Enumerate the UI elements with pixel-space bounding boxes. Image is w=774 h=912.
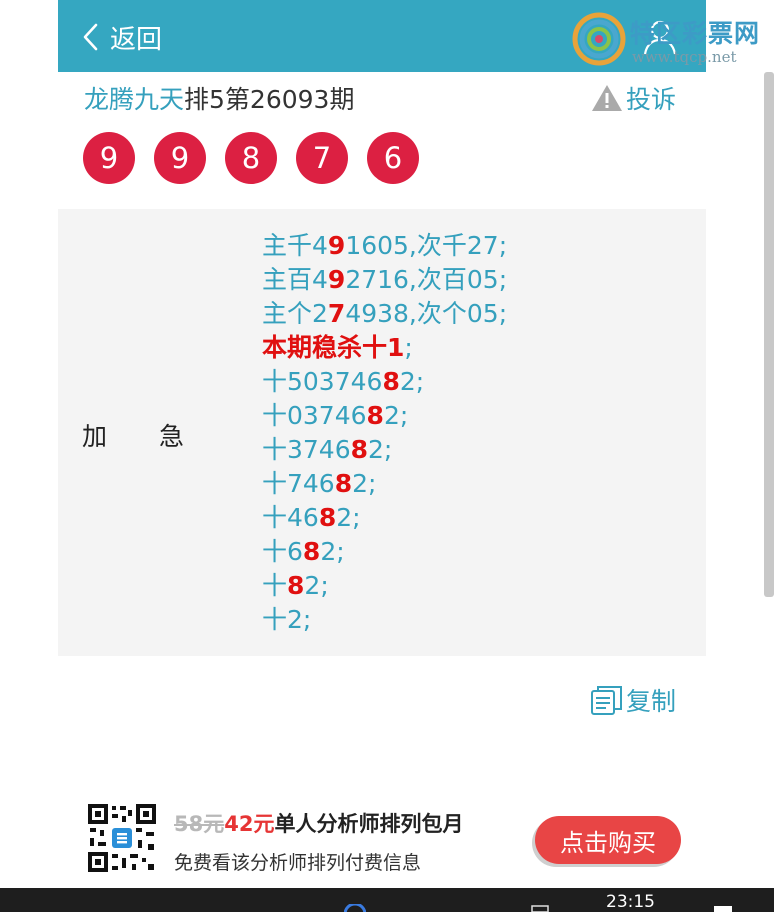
notification-icon[interactable] xyxy=(712,904,734,912)
highlighted-digit: 9 xyxy=(327,231,346,260)
promo-banner: 58元42元单人分析师排列包月 免费看该分析师排列付费信息 点击购买 xyxy=(86,802,686,882)
line-text: 2; xyxy=(368,435,393,464)
prediction-line: 十50374682; xyxy=(262,365,507,399)
line-text: 十46 xyxy=(262,503,319,532)
browser-icon[interactable] xyxy=(344,904,366,912)
logo-ring-icon xyxy=(572,12,626,66)
line-text: 十3746 xyxy=(262,435,351,464)
post-title: 龙腾九天排5第26093期 xyxy=(84,80,354,116)
line-text: 2; xyxy=(304,571,329,600)
prediction-line: 十682; xyxy=(262,535,507,569)
number-ball: 8 xyxy=(225,132,277,184)
warning-icon xyxy=(592,85,622,111)
author-link[interactable]: 龙腾九天 xyxy=(84,85,184,114)
prediction-line: 十374682; xyxy=(262,433,507,467)
copy-button[interactable]: 复制 xyxy=(590,682,676,718)
highlighted-digit: 本期稳杀十1 xyxy=(262,333,405,362)
logo-title: 特区彩票网 xyxy=(630,19,761,48)
panel-label: 加急 xyxy=(82,417,184,453)
prediction-line: 十82; xyxy=(262,569,507,603)
number-ball: 9 xyxy=(154,132,206,184)
taskbar: 23:15 xyxy=(0,888,774,912)
highlighted-digit: 8 xyxy=(302,537,321,566)
line-text: ; xyxy=(404,333,413,362)
prediction-panel: 加急 主千491605,次千27; 主百492716,次百05; 主个274938,… xyxy=(58,209,706,656)
site-logo: 特区彩票网 www.tqcp.net xyxy=(570,10,770,68)
line-text: 主千4 xyxy=(262,231,328,260)
line-text: 十 xyxy=(262,571,288,600)
highlighted-digit: 8 xyxy=(334,469,353,498)
line-text: 主个2 xyxy=(262,299,328,328)
highlighted-digit: 8 xyxy=(366,401,384,430)
prediction-line: 本期稳杀十1; xyxy=(262,331,507,365)
back-label: 返回 xyxy=(110,24,163,55)
number-ball: 6 xyxy=(367,132,419,184)
number-ball: 9 xyxy=(83,132,135,184)
prediction-line: 十4682; xyxy=(262,501,507,535)
page: 返回 特区彩票网 www.tqcp.net 龙腾九天排5第26093期 投诉 9… xyxy=(0,0,774,912)
line-text: 1605,次千27; xyxy=(345,231,508,260)
prediction-line: 主百492716,次百05; xyxy=(262,263,507,297)
copy-label: 复制 xyxy=(626,687,677,716)
old-price: 58元 xyxy=(174,812,225,836)
prediction-lines: 主千491605,次千27; 主百492716,次百05; 主个274938,次个0… xyxy=(262,229,507,637)
line-text: 2; xyxy=(399,367,425,396)
taskbar-clock[interactable]: 23:15 xyxy=(606,892,655,912)
line-text: 4938,次个05; xyxy=(345,299,508,328)
highlighted-digit: 9 xyxy=(327,265,346,294)
line-text: 十746 xyxy=(262,469,335,498)
promo-title: 58元42元单人分析师排列包月 xyxy=(174,808,463,838)
promo-subtitle: 免费看该分析师排列付费信息 xyxy=(174,852,422,874)
highlighted-digit: 7 xyxy=(327,299,346,328)
line-text: 2; xyxy=(336,503,361,532)
draw-numbers: 9 9 8 7 6 xyxy=(83,132,438,184)
line-text: 2716,次百05; xyxy=(345,265,508,294)
highlighted-digit: 8 xyxy=(318,503,337,532)
copy-icon xyxy=(591,686,622,715)
line-text: 2; xyxy=(320,537,345,566)
highlighted-digit: 8 xyxy=(287,571,305,600)
line-text: 十503746 xyxy=(262,367,383,396)
tray-icon[interactable] xyxy=(530,904,550,912)
chevron-left-icon xyxy=(83,23,98,51)
qr-code-icon xyxy=(86,802,158,874)
prediction-line: 十74682; xyxy=(262,467,507,501)
highlighted-digit: 8 xyxy=(382,367,400,396)
line-text: 十6 xyxy=(262,537,303,566)
logo-url: www.tqcp.net xyxy=(632,48,737,66)
number-ball: 7 xyxy=(296,132,348,184)
line-text: 2; xyxy=(383,401,409,430)
prediction-line: 十2; xyxy=(262,603,507,637)
complain-button[interactable]: 投诉 xyxy=(590,80,676,116)
prediction-line: 主千491605,次千27; xyxy=(262,229,507,263)
scrollbar[interactable] xyxy=(764,72,774,597)
line-text: 十03746 xyxy=(262,401,367,430)
panel-label-b: 急 xyxy=(159,422,185,451)
panel-label-a: 加 xyxy=(82,422,108,451)
promo-title-text: 单人分析师排列包月 xyxy=(274,812,464,836)
highlighted-digit: 8 xyxy=(350,435,369,464)
line-text: 2; xyxy=(352,469,377,498)
line-text: 十2; xyxy=(262,605,312,634)
issue-title: 排5第26093期 xyxy=(184,85,355,114)
prediction-line: 十0374682; xyxy=(262,399,507,433)
buy-button[interactable]: 点击购买 xyxy=(535,816,681,864)
line-text: 主百4 xyxy=(262,265,328,294)
new-price: 42元 xyxy=(224,812,275,836)
complain-label: 投诉 xyxy=(626,85,677,114)
prediction-line: 主个274938,次个05; xyxy=(262,297,507,331)
back-button[interactable]: 返回 xyxy=(80,18,162,56)
